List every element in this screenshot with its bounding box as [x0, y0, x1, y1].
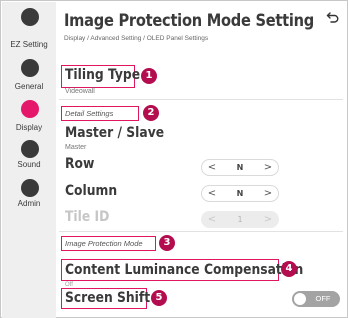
column-stepper[interactable]: N < > — [201, 185, 279, 202]
settings-window: EZ Setting General Display Sound Admin I… — [0, 0, 348, 318]
toggle-knob — [294, 293, 306, 305]
chevron-left-icon[interactable]: < — [205, 160, 219, 175]
sidebar-item-sound[interactable]: Sound — [2, 140, 56, 180]
divider — [59, 231, 343, 232]
tile-id-stepper: 1 < > — [201, 211, 279, 228]
display-icon — [21, 100, 39, 118]
sound-icon — [21, 140, 39, 158]
breadcrumb: Display / Advanced Setting / OLED Panel … — [64, 35, 209, 42]
sidebar: EZ Setting General Display Sound Admin — [2, 2, 56, 318]
toggle-state: OFF — [315, 294, 331, 303]
callout-badge-2: 2 — [143, 105, 159, 121]
chevron-left-icon[interactable]: < — [205, 186, 219, 201]
screen-shift-toggle[interactable]: OFF — [292, 291, 340, 307]
master-slave-label[interactable]: Master / Slave — [65, 125, 164, 141]
chevron-left-icon: < — [207, 214, 217, 225]
content-luminance-label[interactable]: Content Luminance Compensation — [65, 262, 303, 278]
callout-badge-4: 4 — [281, 261, 297, 277]
tiling-type-label[interactable]: Tiling Type — [65, 67, 140, 83]
sidebar-item-admin[interactable]: Admin — [2, 179, 56, 219]
chevron-right-icon[interactable]: > — [261, 160, 275, 175]
chevron-right-icon[interactable]: > — [261, 186, 275, 201]
column-label: Column — [65, 183, 118, 199]
general-icon — [21, 59, 39, 77]
sidebar-item-display[interactable]: Display — [2, 100, 56, 140]
tiling-type-value: Videowall — [65, 88, 95, 95]
sidebar-item-ez-setting[interactable]: EZ Setting — [2, 8, 56, 49]
admin-icon — [21, 179, 39, 197]
image-protection-mode-heading: Image Protection Mode — [65, 239, 143, 248]
sidebar-item-label: Sound — [17, 160, 41, 169]
callout-badge-3: 3 — [159, 235, 175, 251]
master-slave-value: Master — [65, 144, 87, 151]
sidebar-item-label: EZ Setting — [10, 40, 48, 49]
page-title: Image Protection Mode Setting — [64, 11, 314, 31]
back-arrow-icon[interactable] — [326, 10, 340, 24]
ez-setting-icon — [21, 8, 39, 26]
divider — [59, 99, 343, 100]
chevron-right-icon: > — [263, 214, 273, 225]
row-label: Row — [65, 156, 95, 172]
sidebar-item-general[interactable]: General — [2, 59, 56, 99]
sidebar-item-label: General — [14, 82, 44, 91]
callout-badge-5: 5 — [151, 290, 167, 306]
callout-badge-1: 1 — [141, 68, 157, 84]
tile-id-label: Tile ID — [65, 209, 110, 225]
sidebar-item-label: Display — [15, 123, 43, 132]
row-stepper[interactable]: N < > — [201, 159, 279, 176]
detail-settings-heading: Detail Settings — [65, 109, 114, 118]
screen-shift-label[interactable]: Screen Shift — [65, 290, 150, 306]
sidebar-item-label: Admin — [17, 199, 41, 208]
